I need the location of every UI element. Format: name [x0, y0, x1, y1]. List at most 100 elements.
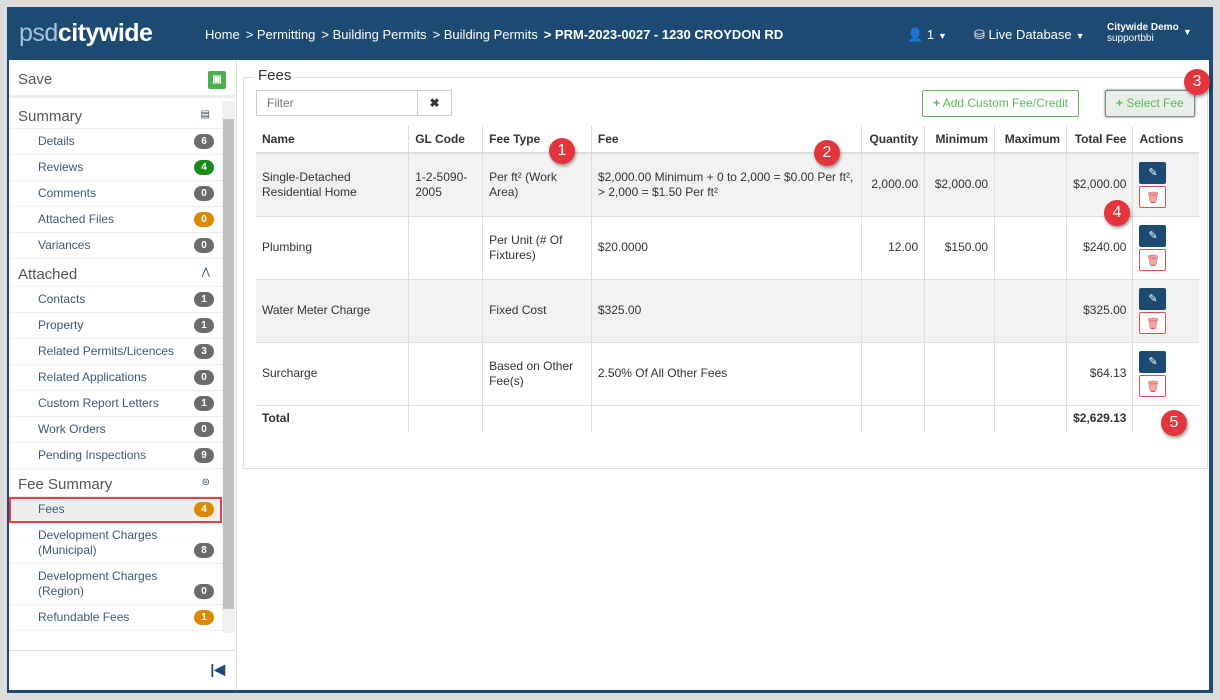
cell-name: Single-Detached Residential Home	[256, 153, 409, 217]
delete-button[interactable]: 🗑	[1139, 374, 1167, 397]
edit-button[interactable]: ✎	[1139, 350, 1167, 373]
cell-gl	[408, 216, 483, 280]
sidebar-section[interactable]: Attached ⋀	[9, 259, 222, 287]
edit-button[interactable]: ✎	[1139, 161, 1167, 184]
column-header: Quantity	[861, 126, 925, 154]
section-icon: ⋀	[201, 267, 210, 278]
sidebar-item[interactable]: Related Applications 0	[9, 365, 222, 391]
cell-min	[924, 342, 995, 406]
callout-4: 4	[1104, 200, 1130, 226]
count-badge: 0	[194, 238, 214, 253]
sidebar-item[interactable]: Attached Files 0	[9, 207, 222, 233]
table-row: Single-Detached Residential Home 1-2-5090…	[256, 153, 1199, 217]
sidebar-item[interactable]: Pending Inspections 9	[9, 443, 222, 469]
sidebar-item[interactable]: Reviews 4	[9, 155, 222, 181]
top-nav: psdcitywide Home > Permitting > Building…	[7, 7, 1213, 60]
filter-input[interactable]	[256, 90, 418, 116]
save-row[interactable]: Save ▣	[9, 60, 236, 98]
count-badge: 0	[194, 212, 214, 227]
cell-max	[994, 279, 1067, 343]
callout-3: 3	[1184, 69, 1210, 95]
plus-icon: +	[1116, 96, 1124, 110]
sidebar-item[interactable]: Variances 0	[9, 233, 222, 259]
save-icon[interactable]: ▣	[208, 71, 226, 89]
section-icon: ⊜	[201, 477, 210, 488]
sidebar-item[interactable]: Development Charges (Region) 0	[9, 564, 222, 605]
sidebar-item[interactable]: Details 6	[9, 129, 222, 155]
total-label: Total	[262, 411, 290, 426]
cell-min: $2,000.00	[924, 153, 995, 217]
cell-total: $64.13	[1066, 342, 1133, 406]
main-area: Save ▣ Summary ▤ Details 6 Reviews 4 Comments 0 A…	[9, 60, 1209, 690]
sidebar-scrollbar[interactable]	[222, 101, 235, 633]
close-icon: ✖	[429, 96, 440, 110]
cell-min: $150.00	[924, 216, 995, 280]
sidebar-item[interactable]: Work Orders 0	[9, 417, 222, 443]
sidebar-item[interactable]: Refundable Fees 1	[9, 605, 222, 631]
sidebar-item[interactable]: Related Permits/Licences 3	[9, 339, 222, 365]
cell-max	[994, 342, 1067, 406]
cell-type: Fixed Cost	[482, 279, 592, 343]
column-header: Fee Type	[482, 126, 592, 154]
panel-title: Fees	[254, 67, 296, 84]
edit-button[interactable]: ✎	[1139, 224, 1167, 247]
cell-min	[924, 279, 995, 343]
delete-button[interactable]: 🗑	[1139, 311, 1167, 334]
sidebar-item[interactable]: Custom Report Letters 1	[9, 391, 222, 417]
column-header: Maximum	[994, 126, 1067, 154]
cell-gl	[408, 342, 483, 406]
database-dropdown[interactable]: ⛁ Live Database ▼	[974, 27, 1085, 43]
sidebar-item[interactable]: Development Charges (Municipal) 8	[9, 523, 222, 564]
breadcrumb-permitting[interactable]: > Permitting	[246, 27, 316, 42]
sidebar-item[interactable]: Property 1	[9, 313, 222, 339]
delete-button[interactable]: 🗑	[1139, 185, 1167, 208]
cell-name: Plumbing	[256, 216, 409, 280]
total-row: Total $2,629.13	[256, 405, 1199, 432]
cell-total: $325.00	[1066, 279, 1133, 343]
cell-name: Water Meter Charge	[256, 279, 409, 343]
delete-button[interactable]: 🗑	[1139, 248, 1167, 271]
clear-filter-button[interactable]: ✖	[418, 90, 452, 116]
user-menu[interactable]: Citywide Demo supportbbi ▼	[1107, 22, 1192, 44]
cell-total: $240.00	[1066, 216, 1133, 280]
count-badge: 0	[194, 584, 214, 599]
column-header: Actions	[1132, 126, 1199, 154]
collapse-left-icon: |◀	[210, 661, 225, 677]
sidebar-section[interactable]: Fee Summary ⊜	[9, 469, 222, 497]
count-badge: 4	[194, 502, 214, 517]
fees-table: Name GL Code Fee Type Fee Quantity Minimum Max…	[256, 126, 1199, 432]
sidebar-section[interactable]: Summary ▤	[9, 101, 222, 129]
column-header: Minimum	[924, 126, 995, 154]
actions-cell: ✎ 🗑	[1132, 153, 1199, 217]
column-header: Total Fee	[1066, 126, 1133, 154]
count-badge: 4	[194, 160, 214, 175]
breadcrumb-building-permits-2[interactable]: > Building Permits	[433, 27, 538, 42]
psdcitywide-logo[interactable]: psdcitywide	[19, 19, 153, 48]
count-badge: 9	[194, 448, 214, 463]
scrollbar-thumb[interactable]	[223, 119, 234, 609]
callout-2: 2	[814, 140, 840, 166]
sidebar-item[interactable]: Contacts 1	[9, 287, 222, 313]
column-header: Name	[256, 126, 409, 154]
sidebar-item[interactable]: Fees 4	[9, 497, 222, 523]
sidebar-item[interactable]: Comments 0	[9, 181, 222, 207]
caret-down-icon: ▼	[938, 31, 947, 41]
database-icon: ⛁	[974, 27, 985, 42]
count-badge: 1	[194, 292, 214, 307]
users-dropdown[interactable]: 👤 1 ▼	[907, 27, 947, 43]
breadcrumb-home[interactable]: Home	[205, 27, 240, 42]
count-badge: 0	[194, 422, 214, 437]
collapse-sidebar-button[interactable]: |◀	[9, 650, 237, 690]
cell-type: Per Unit (# Of Fixtures)	[482, 216, 592, 280]
count-badge: 0	[194, 186, 214, 201]
table-row: Water Meter Charge Fixed Cost $325.00 $325.…	[256, 279, 1199, 343]
callout-1: 1	[549, 138, 575, 164]
add-custom-fee-button[interactable]: + Add Custom Fee/Credit	[922, 90, 1080, 117]
select-fee-button[interactable]: + Select Fee	[1105, 90, 1195, 117]
caret-down-icon: ▼	[1075, 31, 1085, 41]
caret-down-icon: ▼	[1183, 27, 1192, 37]
actions-cell: ✎ 🗑	[1132, 279, 1199, 343]
cell-gl	[408, 279, 483, 343]
edit-button[interactable]: ✎	[1139, 287, 1167, 310]
breadcrumb-building-permits[interactable]: > Building Permits	[321, 27, 426, 42]
